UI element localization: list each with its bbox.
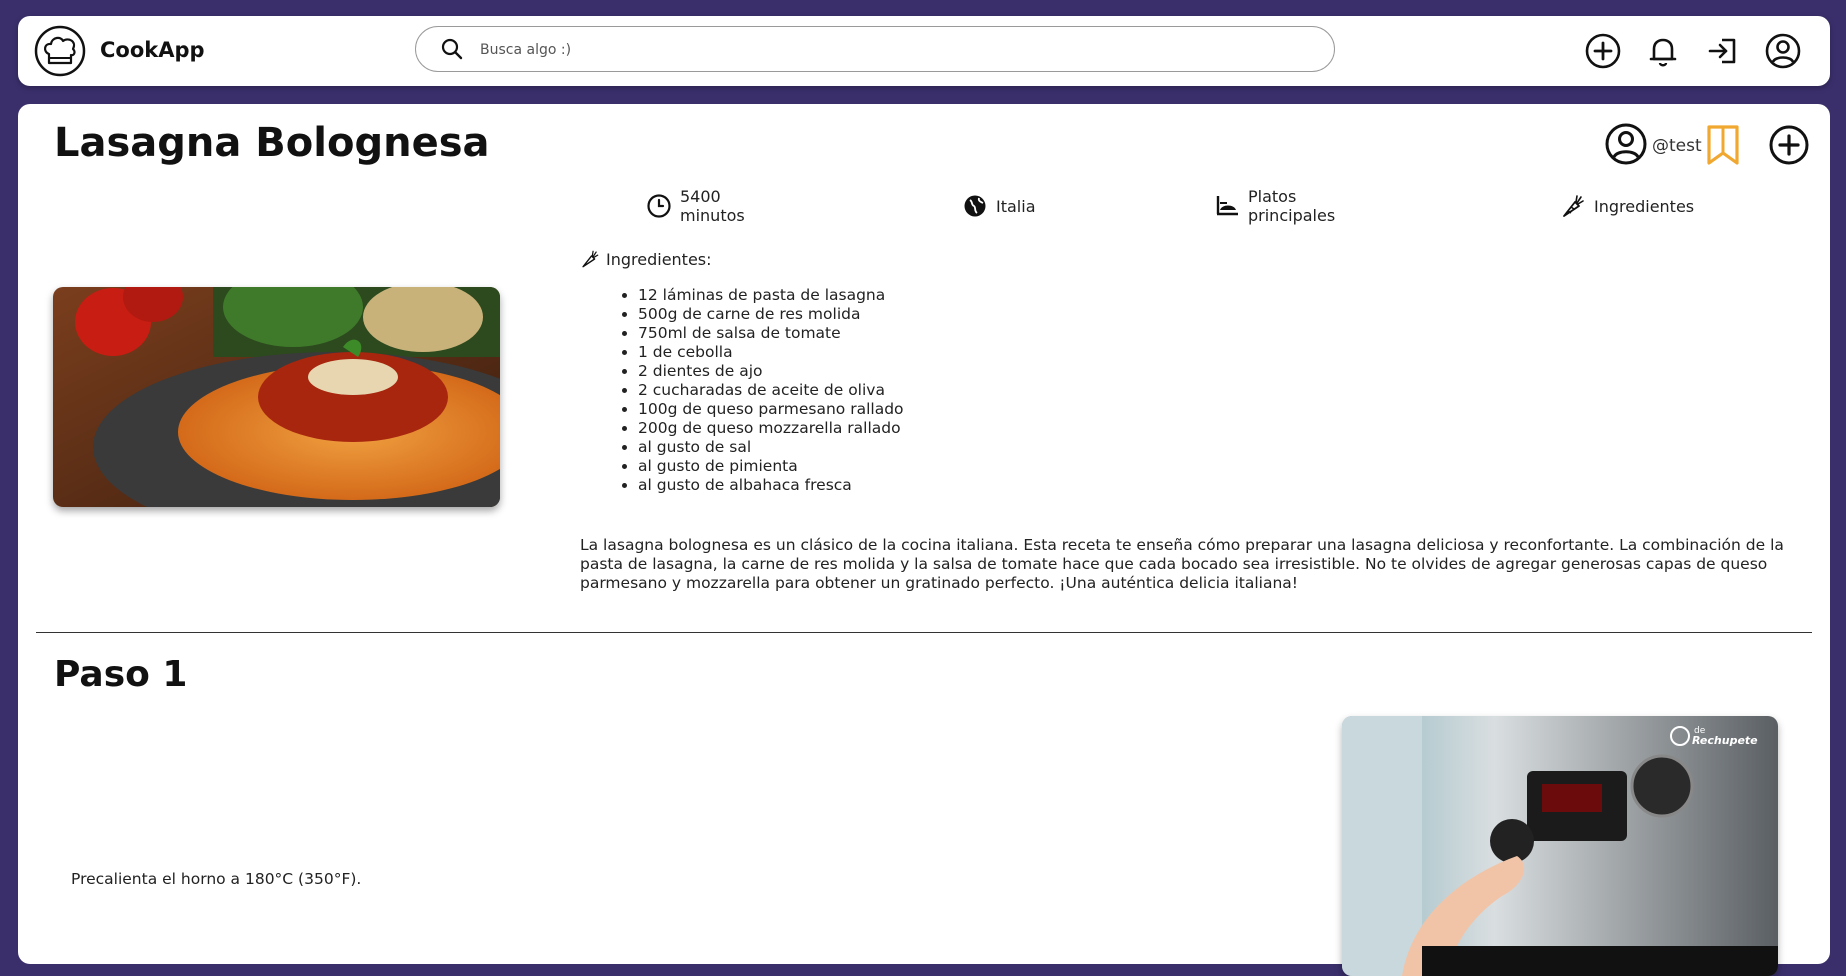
step-text: Precalienta el horno a 180°C (350°F). [71,870,362,888]
ingredient-item: 2 cucharadas de aceite de oliva [638,381,904,400]
recipe-card: Lasagna Bolognesa @test 5400 minutos Ita… [18,104,1830,976]
ingredient-item: al gusto de albahaca fresca [638,476,904,495]
ingredient-item: al gusto de pimienta [638,457,904,476]
ingredients-list: 12 láminas de pasta de lasagna 500g de c… [618,286,904,495]
chef-hat-logo-icon[interactable] [34,25,86,77]
ingredient-item: 12 láminas de pasta de lasagna [638,286,904,305]
recipe-description: La lasagna bolognesa es un clásico de la… [580,536,1784,592]
time-unit: minutos [680,206,745,225]
carrot-icon [1563,195,1584,217]
spaghetti-bolognese-image [53,287,500,507]
user-circle-icon [1605,123,1647,165]
notifications-button[interactable] [1644,32,1682,70]
globe-icon [964,195,986,217]
ingredient-item: 2 dientes de ajo [638,362,904,381]
clock-icon [647,194,671,218]
watermark-text-line2: Rechupete [1692,734,1758,747]
category-line2: principales [1248,206,1336,225]
recipe-title: Lasagna Bolognesa [54,120,490,166]
carrot-icon [582,250,599,268]
logout-button[interactable] [1704,32,1742,70]
add-circle-icon [1585,33,1621,69]
top-navbar: CookApp [18,16,1830,86]
add-recipe-button[interactable] [1584,32,1622,70]
ingredient-item: 100g de queso parmesano rallado [638,400,904,419]
bookmark-button[interactable] [1704,124,1742,166]
add-circle-icon [1769,125,1809,165]
meta-time: 5400 minutos [646,186,745,226]
search-icon [441,38,463,60]
user-circle-icon [1765,33,1801,69]
author-username[interactable]: @test [1652,136,1702,156]
section-divider [36,632,1812,633]
search-input[interactable] [478,35,1302,65]
search-bar[interactable] [415,26,1335,72]
ingredient-item: al gusto de sal [638,438,904,457]
country-name: Italia [996,196,1036,216]
logout-icon [1708,38,1736,64]
ingredient-item: 1 de cebolla [638,343,904,362]
ingredients-heading: Ingredientes: [580,249,712,269]
meta-country: Italia [962,186,1036,226]
app-name[interactable]: CookApp [100,38,205,62]
ingredient-item: 750ml de salsa de tomate [638,324,904,343]
profile-button[interactable] [1764,32,1802,70]
category-line1: Platos [1248,187,1297,206]
recipe-photo [53,287,500,507]
bookmark-icon [1707,125,1739,165]
ingredient-item: 500g de carne de res molida [638,305,904,324]
bell-icon [1649,38,1677,67]
oven-dial-image: de Rechupete [1342,716,1778,976]
ingredient-item: 200g de queso mozzarella rallado [638,419,904,438]
time-value: 5400 [680,187,721,206]
ingredients-link-label[interactable]: Ingredientes [1594,197,1694,216]
meta-category: Platos principales [1214,186,1335,226]
ingredients-heading-label: Ingredientes: [606,249,712,269]
ingredients-link[interactable]: Ingredientes [1560,186,1694,226]
step-photo: de Rechupete [1342,716,1778,976]
step-title: Paso 1 [54,654,188,695]
add-to-collection-button[interactable] [1768,124,1810,166]
plate-icon [1216,196,1238,216]
